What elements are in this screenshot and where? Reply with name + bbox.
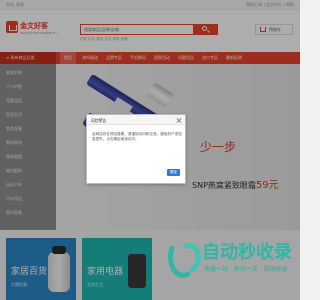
warning-dialog: 风险警告 此网站存在风险隐患，请谨慎访问和交易，避免财产或信息损失。点击确定继续… (86, 114, 186, 184)
watermark: 自动秒收录 收录一站 · 来访一次 · 自动收录 (166, 234, 296, 288)
dialog-message: 此网站存在风险隐患，请谨慎访问和交易，避免财产或信息损失。点击确定继续访问。 (92, 132, 182, 141)
close-icon[interactable] (176, 117, 182, 123)
dialog-title: 风险警告 (91, 118, 107, 123)
watermark-subtitle: 收录一站 · 来访一次 · 自动收录 (204, 266, 288, 273)
watermark-title: 自动秒收录 (202, 242, 292, 263)
page: 欢迎 登录 我的订单 | 会员中心 | 帮助 金文好客 www.jinwenha… (0, 0, 300, 300)
dialog-title-bar: 风险警告 (87, 115, 185, 125)
confirm-button[interactable]: 确定 (167, 169, 180, 176)
